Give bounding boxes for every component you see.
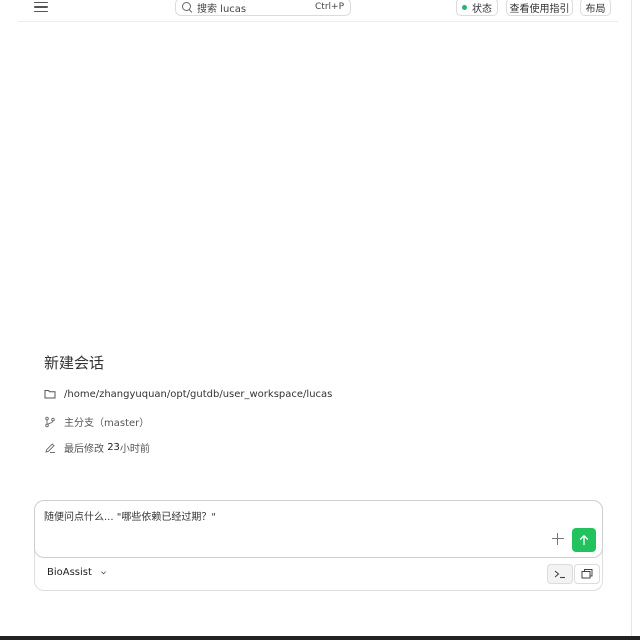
top-bar: 搜索 lucas Ctrl+P 状态 查看使用指引 布局 xyxy=(18,0,618,22)
agent-selector[interactable]: BioAssist xyxy=(47,567,107,578)
last-modified-value: 23 xyxy=(107,442,120,453)
search-placeholder: 搜索 lucas xyxy=(197,3,247,15)
copy-window-icon xyxy=(581,569,593,579)
arrow-up-icon xyxy=(579,535,589,546)
pencil-icon xyxy=(45,442,55,453)
agent-name: BioAssist xyxy=(47,567,92,578)
search-icon xyxy=(181,1,193,13)
last-modified-unit: 小时前 xyxy=(119,444,150,455)
panel-divider xyxy=(631,0,632,640)
composer: BioAssist xyxy=(34,500,603,591)
layout-button[interactable]: 布局 xyxy=(580,0,611,16)
prompt-box xyxy=(34,500,603,558)
prompt-input[interactable] xyxy=(44,509,524,525)
branch-row: 主分支 （master） xyxy=(44,414,149,429)
git-branch-icon xyxy=(45,416,55,427)
workspace-path-last: lucas xyxy=(306,388,333,400)
folder-icon xyxy=(44,390,56,399)
plus-icon[interactable] xyxy=(551,532,565,546)
terminal-icon xyxy=(554,570,565,579)
hamburger-menu-icon[interactable] xyxy=(34,1,48,13)
status-dot-icon xyxy=(462,4,467,10)
last-modified-label: 最后修改 xyxy=(64,444,104,455)
search-shortcut: Ctrl+P xyxy=(315,2,344,12)
new-session-panel: 新建会话 /home/zhangyuquan/opt/gutdb/user_wo… xyxy=(44,353,564,455)
workspace-path-row: /home/zhangyuquan/opt/gutdb/user_workspa… xyxy=(44,388,332,400)
window-button[interactable] xyxy=(574,564,600,584)
branch-label: 主分支 xyxy=(64,418,94,429)
usage-guide-button[interactable]: 查看使用指引 xyxy=(506,0,573,16)
status-label: 状态 xyxy=(472,3,492,15)
send-button[interactable] xyxy=(572,528,596,552)
branch-name: （master） xyxy=(94,418,150,429)
search-bar[interactable]: 搜索 lucas Ctrl+P xyxy=(175,0,351,16)
session-title: 新建会话 xyxy=(44,354,105,372)
last-modified-row: 最后修改 23 小时前 xyxy=(44,440,150,455)
terminal-button[interactable] xyxy=(547,564,573,584)
workspace-path-prefix: /home/zhangyuquan/opt/gutdb/user_workspa… xyxy=(64,388,307,400)
bottom-edge xyxy=(0,636,640,640)
status-button[interactable]: 状态 xyxy=(456,0,498,16)
chevron-down-icon xyxy=(100,571,106,575)
